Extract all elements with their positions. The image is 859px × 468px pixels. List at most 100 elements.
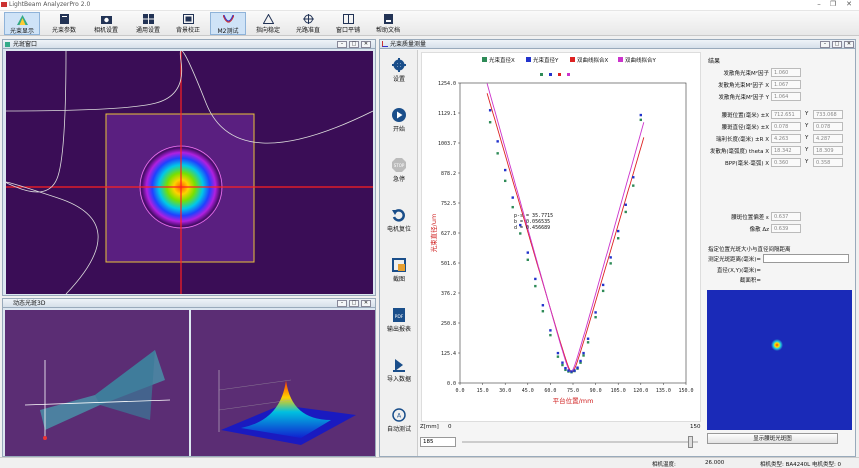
y-axis-label: Y bbox=[805, 123, 809, 129]
toolbar-collimation[interactable]: 光路准直 bbox=[290, 12, 326, 35]
svg-text:STOP: STOP bbox=[394, 163, 405, 168]
toolbar-general-settings[interactable]: 通用设置 bbox=[130, 12, 166, 35]
emergency-stop-button[interactable]: STOP 急停 bbox=[380, 158, 418, 183]
beam-display-icon bbox=[16, 15, 28, 25]
minimize-icon[interactable]: – bbox=[812, 0, 826, 8]
m2-command-column: 设置 开始 STOP 急停 电机复位 截图 PDF 输出报表 导入数据 A 自动… bbox=[380, 50, 418, 456]
toolbar-pointing[interactable]: 指向稳定 bbox=[250, 12, 286, 35]
data-point bbox=[556, 355, 560, 358]
result-label: 发散角(毫弧度) theta X bbox=[709, 149, 769, 155]
dynamic-3d-panel: 动态光斑3D – □ ✕ bbox=[2, 298, 376, 457]
z-slider-row: Z[mm] 0 150 bbox=[420, 423, 701, 455]
panel-maximize-button[interactable]: □ bbox=[832, 41, 842, 48]
toolbar-background-correct[interactable]: 背景校正 bbox=[170, 12, 206, 35]
results-panel: 结果 发散角光束M²因子 1.060 发散角光束M²因子 X 1.067 发散角光束… bbox=[705, 52, 854, 456]
z-position-input[interactable] bbox=[420, 437, 456, 447]
export-report-button[interactable]: PDF 输出报表 bbox=[380, 308, 418, 333]
data-point bbox=[617, 229, 620, 233]
legend-marker bbox=[558, 73, 561, 76]
toolbar-m2-test[interactable]: M2测试 bbox=[210, 12, 246, 35]
auto-test-button[interactable]: A 自动测试 bbox=[380, 408, 418, 433]
start-button[interactable]: 开始 bbox=[380, 108, 418, 133]
toolbar-tile-window[interactable]: 窗口平铺 bbox=[330, 12, 366, 35]
legend-marker bbox=[540, 73, 543, 76]
pdf-icon: PDF bbox=[393, 308, 405, 322]
collimation-icon bbox=[302, 14, 314, 24]
motor-reset-button[interactable]: 电机复位 bbox=[380, 208, 418, 233]
button-label: 截图 bbox=[392, 276, 405, 283]
m2-chart-area: 光束直径X 光束直径Y 双曲线拟合X 双曲线拟合Y 0.0 125.4 250.8 3… bbox=[421, 52, 701, 422]
z-min-label: 0 bbox=[448, 424, 452, 430]
settings-button[interactable]: 设置 bbox=[380, 58, 418, 83]
screenshot-button[interactable]: 截图 bbox=[380, 258, 418, 283]
z-slider-track[interactable] bbox=[462, 441, 698, 443]
panel-minimize-button[interactable]: – bbox=[337, 300, 347, 307]
toolbar-beam-display[interactable]: 光束显示 bbox=[4, 12, 40, 35]
data-point bbox=[601, 283, 605, 287]
toolbar-help-doc[interactable]: 帮助文档 bbox=[370, 12, 406, 35]
data-point bbox=[496, 140, 499, 143]
z-label: Z[mm] bbox=[420, 424, 439, 430]
import-data-button[interactable]: 导入数据 bbox=[380, 358, 418, 383]
data-point bbox=[579, 359, 582, 363]
result-label: 腰斑位置(毫米) ±X bbox=[721, 113, 769, 119]
y-tick-label: 0.0 bbox=[447, 381, 456, 387]
toolbar-label: 光束参数 bbox=[51, 27, 76, 34]
y-axis-label: Y bbox=[805, 111, 809, 117]
panel-maximize-button[interactable]: □ bbox=[349, 41, 359, 48]
z-slider-handle[interactable] bbox=[688, 436, 693, 448]
calc-distance-input[interactable] bbox=[763, 254, 849, 263]
close-icon[interactable]: ✕ bbox=[842, 0, 856, 8]
calc-distance-label: 测定光斑距离(毫米)= bbox=[708, 257, 761, 263]
legend-marker bbox=[549, 73, 552, 76]
toolbar-label: 窗口平铺 bbox=[335, 27, 360, 34]
legend-marker bbox=[567, 73, 570, 76]
data-point bbox=[541, 310, 545, 313]
panel-close-button[interactable]: ✕ bbox=[361, 300, 371, 307]
toolbar-label: 指向稳定 bbox=[255, 27, 280, 34]
result-label: 发散角光束M²因子 X bbox=[718, 83, 769, 89]
stop-icon: STOP bbox=[392, 158, 406, 172]
panel-close-button[interactable]: ✕ bbox=[844, 41, 854, 48]
result-value: 1.060 bbox=[771, 68, 801, 77]
beam-window-icon bbox=[5, 42, 10, 47]
x-axis-label: 平台位置/mm bbox=[553, 396, 594, 405]
x-tick-label: 45.0 bbox=[522, 388, 534, 394]
data-point bbox=[639, 118, 642, 122]
data-point bbox=[624, 210, 627, 214]
result-label: 发散角光束M²因子 Y bbox=[718, 95, 769, 101]
title-bar: LightBeam AnalyzerPro 2.0 – ❐ ✕ bbox=[0, 0, 859, 11]
y-axis-label: Y bbox=[805, 135, 809, 141]
reset-icon bbox=[392, 209, 405, 222]
m2-chart: 0.0 125.4 250.8 376.2 501.6 627.0 752.5 878.2 10… bbox=[429, 73, 694, 405]
panel-maximize-button[interactable]: □ bbox=[349, 300, 359, 307]
panel-close-button[interactable]: ✕ bbox=[361, 41, 371, 48]
data-point bbox=[586, 341, 590, 344]
x-tick-label: 30.0 bbox=[499, 388, 511, 394]
import-icon bbox=[393, 359, 405, 372]
result-value-y: 18.309 bbox=[813, 146, 843, 155]
button-label: 导入数据 bbox=[386, 376, 411, 383]
panel-minimize-button[interactable]: – bbox=[820, 41, 830, 48]
data-point bbox=[632, 184, 635, 187]
result-value-y: 0.358 bbox=[813, 158, 843, 167]
panel-minimize-button[interactable]: – bbox=[337, 41, 347, 48]
result-label: 像散 Δz bbox=[749, 227, 769, 233]
toolbar-camera-settings[interactable]: 相机设置 bbox=[88, 12, 124, 35]
screenshot-icon bbox=[392, 258, 406, 272]
toolbar-beam-params[interactable]: 光束参数 bbox=[46, 12, 82, 35]
calc-title: 指定位置光斑大小与直径间隔距离 bbox=[708, 247, 791, 253]
button-label: 开始 bbox=[392, 126, 405, 133]
results-heading: 结果 bbox=[708, 58, 721, 65]
data-point bbox=[564, 366, 567, 370]
data-point bbox=[534, 284, 537, 288]
y-tick-label: 125.4 bbox=[441, 351, 456, 357]
button-label: 设置 bbox=[392, 76, 405, 83]
y-axis-label: Y bbox=[805, 159, 809, 165]
show-waist-spot-button[interactable]: 显示腰斑光斑图 bbox=[707, 433, 838, 444]
result-label: 发散角光束M²因子 bbox=[723, 71, 769, 77]
restore-icon[interactable]: ❐ bbox=[826, 0, 840, 8]
y-tick-label: 627.0 bbox=[441, 231, 456, 237]
beam-3d-surface bbox=[191, 310, 375, 456]
data-point bbox=[582, 351, 585, 355]
